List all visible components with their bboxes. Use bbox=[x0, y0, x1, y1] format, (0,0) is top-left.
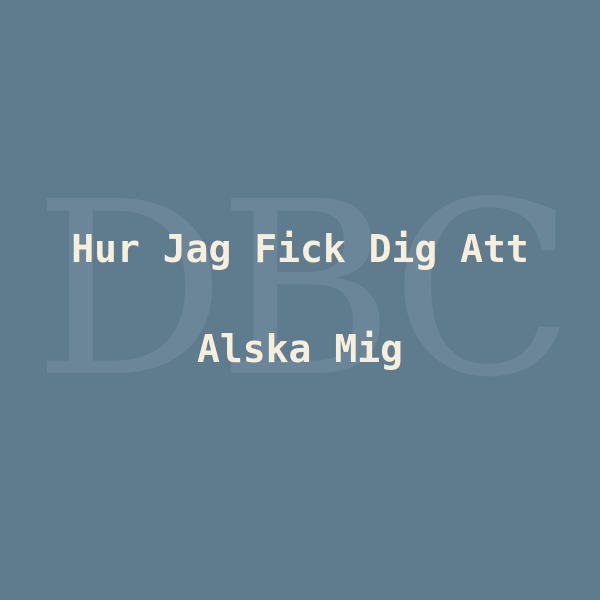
watermark-logo: DBC bbox=[33, 150, 575, 430]
title-line-2: Alska Mig bbox=[197, 327, 403, 371]
title-line-1: Hur Jag Fick Dig Att bbox=[71, 227, 529, 271]
book-cover: DBC Hur Jag Fick Dig Att Alska Mig bbox=[0, 0, 600, 600]
